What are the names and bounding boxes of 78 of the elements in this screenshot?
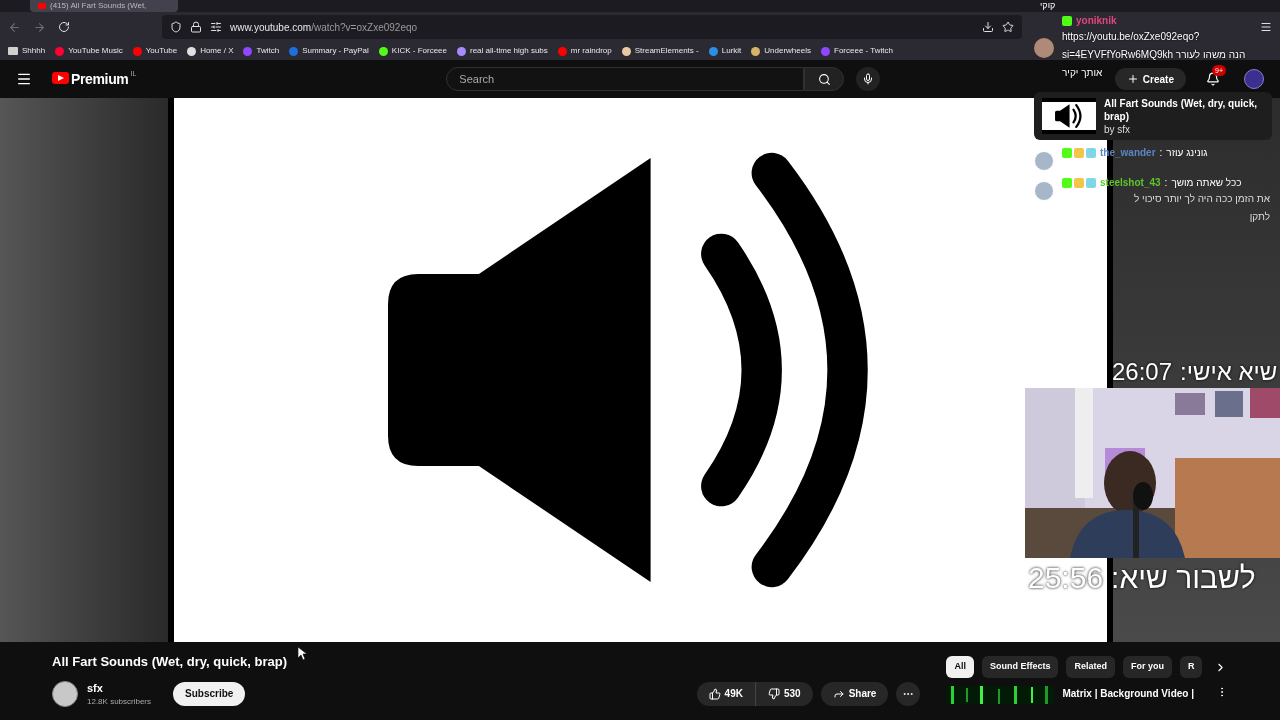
bookmark[interactable]: YouTube xyxy=(132,45,178,57)
plus-icon xyxy=(1126,73,1139,85)
reload-icon[interactable] xyxy=(58,21,70,33)
bookmark[interactable]: KICK - Forceee xyxy=(378,45,447,57)
bookmark[interactable]: Summary - PayPal xyxy=(289,45,369,57)
bookmark-star-icon[interactable] xyxy=(1002,21,1014,33)
menu-icon[interactable] xyxy=(1260,21,1272,33)
shield-icon xyxy=(170,21,182,33)
bookmark[interactable]: Twitch xyxy=(243,45,280,57)
mouse-cursor-icon xyxy=(298,647,307,660)
now-playing-title: All Fart Sounds (Wet, dry, quick, brap) xyxy=(1104,96,1258,123)
chat-message: si=4EYVFfYoRw6MQ9kh הנה משהו לעורר xyxy=(1062,48,1246,62)
thumbs-down-icon xyxy=(767,687,780,700)
timer-label: לשבור שיא: xyxy=(1111,560,1256,596)
filter-chip[interactable]: Related xyxy=(1066,656,1115,678)
crown-badge-icon xyxy=(1074,177,1084,188)
dislike-button[interactable]: 530 xyxy=(755,681,813,706)
address-bar[interactable]: www.youtube.com/watch?v=oxZxe092eqo xyxy=(162,15,1022,39)
bookmark[interactable]: Shhhh xyxy=(8,45,46,57)
bookmark[interactable]: StreamElements - xyxy=(621,45,699,57)
chat-message: אותך יקיר xyxy=(1062,66,1103,80)
sub-badge-icon xyxy=(1086,177,1096,188)
crown-badge-icon xyxy=(1074,147,1084,158)
menu-icon[interactable] xyxy=(16,71,32,87)
search-icon xyxy=(817,72,831,86)
microphone-icon xyxy=(862,73,875,85)
chat-message: את הזמן ככה היה לך יותר סיכוי ל xyxy=(1134,192,1270,206)
timer-value: 26:07 xyxy=(1112,358,1173,386)
chat-username: yoniknik xyxy=(1076,14,1117,28)
like-button[interactable]: 49K xyxy=(696,681,756,706)
thumbs-up-icon xyxy=(708,687,721,700)
chat-message: גונינג עוזר xyxy=(1166,146,1208,160)
account-avatar[interactable] xyxy=(1244,69,1264,89)
bookmark[interactable]: Underwheels xyxy=(751,45,811,57)
forward-icon[interactable] xyxy=(33,20,46,34)
sub-badge-icon xyxy=(1086,147,1096,158)
chat-message: לתקן xyxy=(1249,210,1270,224)
bookmark[interactable]: Forceee - Twitch xyxy=(821,45,893,57)
download-icon[interactable] xyxy=(982,21,994,33)
chat-separator: : xyxy=(1164,176,1168,190)
filter-chip[interactable]: R xyxy=(1180,656,1203,678)
notifications-icon[interactable] xyxy=(1206,72,1220,86)
voice-search-button[interactable] xyxy=(856,67,881,91)
channel-avatar[interactable] xyxy=(52,680,78,707)
bookmark[interactable]: Lurkit xyxy=(708,45,742,57)
bookmark[interactable]: mr raindrop xyxy=(557,45,612,57)
timer-value: 25:56 xyxy=(1028,560,1104,596)
create-button[interactable]: Create xyxy=(1114,68,1186,90)
search-field[interactable]: Search xyxy=(446,67,805,91)
permissions-icon xyxy=(210,21,222,33)
video-title: All Fart Sounds (Wet, dry, quick, brap) xyxy=(52,653,287,671)
search-button[interactable] xyxy=(804,67,845,91)
kick-badge-icon xyxy=(1062,177,1072,188)
youtube-favicon-icon xyxy=(38,3,46,9)
filter-chip[interactable]: All xyxy=(946,656,974,678)
bookmark[interactable]: YouTube Music xyxy=(55,45,123,57)
kick-badge-icon xyxy=(1062,15,1072,26)
subscribe-button[interactable]: Subscribe xyxy=(173,681,246,706)
chat-message: ככל שאתה מושך xyxy=(1171,176,1242,190)
timer-label: שיא אישי: xyxy=(1180,358,1278,386)
recommendation-title[interactable]: Matrix | Background Video | xyxy=(1062,686,1194,701)
chat-separator: : xyxy=(1159,146,1163,160)
lock-icon xyxy=(190,21,202,33)
kick-badge-icon xyxy=(1062,147,1072,158)
share-button[interactable]: Share xyxy=(820,681,889,706)
bookmark[interactable]: Home / X xyxy=(187,45,234,57)
play-logo-icon xyxy=(52,71,69,84)
chat-message: https://youtu.be/oxZxe092eqo? xyxy=(1062,30,1200,44)
now-playing-artist: by sfx xyxy=(1104,122,1132,136)
filter-chip[interactable]: Sound Effects xyxy=(981,656,1059,678)
bookmark[interactable]: real all-time high subs xyxy=(457,45,548,57)
channel-name[interactable]: sfx xyxy=(87,679,152,696)
filter-chip[interactable]: For you xyxy=(1123,656,1172,678)
overlay-text: קוקי xyxy=(1040,0,1056,11)
browser-tab[interactable]: (415) All Fart Sounds (Wet, xyxy=(30,0,178,12)
speaker-icon xyxy=(1054,104,1084,128)
subscriber-count: 12.8K subscribers xyxy=(87,696,152,708)
back-icon[interactable] xyxy=(8,20,21,34)
